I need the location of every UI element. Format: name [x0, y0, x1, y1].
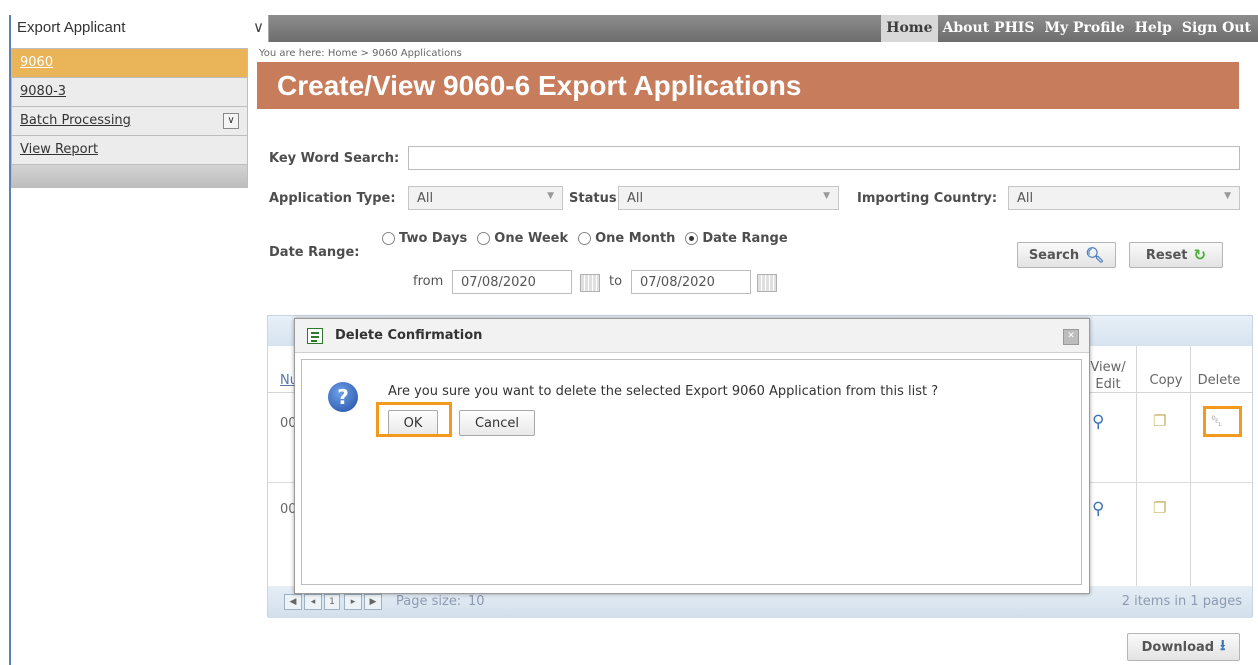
sidebar-item-batch-processing[interactable]: Batch Processing ∨ — [11, 107, 248, 136]
page-title: Create/View 9060-6 Export Applications — [277, 70, 802, 101]
chevron-down-icon: ▼ — [1224, 191, 1231, 201]
sidebar-item-label: 9080-3 — [20, 84, 67, 99]
from-date-input[interactable]: 07/08/2020 — [452, 270, 572, 294]
trash-icon[interactable]: ␡ — [1211, 412, 1223, 430]
radio-circle — [477, 232, 491, 245]
chevron-down-icon[interactable]: ∨ — [223, 113, 239, 129]
download-button-label: Download — [1141, 639, 1215, 655]
cancel-button[interactable]: Cancel — [459, 410, 535, 436]
prev-page-icon[interactable]: ◂ — [304, 594, 322, 610]
top-bar: Export Applicant ∨ Home About PHIS My Pr… — [11, 15, 1258, 42]
application-type-label: Application Type: — [269, 191, 396, 206]
download-icon: ⭳ — [1220, 635, 1226, 654]
page-number[interactable]: 1 — [324, 594, 340, 610]
dialog-message: Are you sure you want to delete the sele… — [388, 384, 939, 399]
first-page-icon[interactable]: ◀ — [284, 594, 302, 610]
nav-my-profile[interactable]: My Profile — [1039, 15, 1129, 42]
radio-label: One Week — [494, 231, 569, 246]
status-value: All — [627, 191, 644, 206]
sidebar-item-label: Batch Processing — [20, 113, 131, 128]
radio-circle-selected — [685, 232, 699, 245]
dialog-title-bar: Delete Confirmation ✕ — [295, 319, 1089, 353]
nav-sign-out[interactable]: Sign Out — [1177, 15, 1256, 42]
column-copy: Copy — [1149, 373, 1183, 388]
copy-icon[interactable]: ❐ — [1153, 412, 1166, 430]
keyword-label: Key Word Search: — [269, 151, 400, 166]
radio-label: One Month — [595, 231, 676, 246]
page-size-label: Page size: — [396, 594, 462, 609]
importing-country-label: Importing Country: — [857, 191, 998, 206]
chevron-down-icon: ▼ — [547, 191, 554, 201]
close-icon[interactable]: ✕ — [1063, 329, 1079, 345]
from-label: from — [413, 274, 444, 289]
column-view-edit: View/ Edit — [1090, 360, 1126, 392]
top-nav: Home About PHIS My Profile Help Sign Out — [881, 15, 1256, 42]
importing-country-select[interactable]: All ▼ — [1008, 186, 1240, 210]
importing-country-value: All — [1017, 191, 1034, 206]
last-page-icon[interactable]: ▶ — [364, 594, 382, 610]
dialog-body: ? Are you sure you want to delete the se… — [301, 359, 1082, 585]
page-header: Create/View 9060-6 Export Applications — [257, 62, 1239, 109]
dialog-title: Delete Confirmation — [335, 328, 483, 343]
reset-button-label: Reset — [1145, 247, 1188, 263]
column-divider — [1190, 346, 1191, 586]
status-label: Status: — [569, 191, 622, 206]
copy-icon[interactable]: ❐ — [1153, 499, 1166, 517]
radio-circle — [578, 232, 592, 245]
ok-button[interactable]: OK — [388, 410, 438, 436]
column-divider — [1136, 346, 1137, 586]
pager-summary: 2 items in 1 pages — [1121, 594, 1242, 609]
chevron-down-icon: ∨ — [253, 18, 264, 36]
nav-about-phis[interactable]: About PHIS — [938, 15, 1040, 42]
radio-circle — [382, 232, 395, 245]
nav-help[interactable]: Help — [1130, 15, 1177, 42]
magnifier-icon[interactable]: ⚲ — [1092, 412, 1104, 432]
status-select[interactable]: All ▼ — [618, 186, 839, 210]
chevron-down-icon: ▼ — [823, 191, 830, 201]
radio-label: Date Range — [702, 231, 788, 246]
next-page-icon[interactable]: ▸ — [344, 594, 362, 610]
column-delete: Delete — [1197, 373, 1241, 388]
sidebar: 9060 9080-3 Batch Processing ∨ View Repo… — [11, 48, 248, 188]
radio-date-range[interactable]: Date Range — [685, 231, 788, 246]
question-icon: ? — [328, 382, 358, 412]
application-type-value: All — [417, 191, 434, 206]
role-selector-value: Export Applicant — [17, 19, 126, 36]
date-range-radios: Two Days One Week One Month Date Range — [382, 231, 788, 246]
sidebar-item-label: 9060 — [20, 55, 54, 70]
radio-one-week[interactable]: One Week — [477, 231, 568, 246]
breadcrumb: You are here: Home > 9060 Applications — [259, 48, 462, 59]
search-button-label: Search — [1028, 247, 1080, 263]
delete-confirmation-dialog: Delete Confirmation ✕ ? Are you sure you… — [294, 318, 1090, 594]
search-button[interactable]: Search 🔍︎ — [1017, 242, 1116, 268]
radio-two-days[interactable]: Two Days — [382, 231, 467, 246]
refresh-icon: ↻ — [1193, 246, 1207, 264]
download-button[interactable]: Download ⭳ — [1127, 633, 1240, 661]
nav-home[interactable]: Home — [881, 15, 938, 42]
sidebar-item-9060[interactable]: 9060 — [11, 48, 248, 78]
sidebar-item-label: View Report — [20, 142, 99, 157]
radio-label: Two Days — [399, 231, 468, 246]
page-size-select[interactable]: 10 — [468, 594, 485, 609]
role-selector[interactable]: Export Applicant ∨ — [11, 15, 269, 42]
search-icon: 🔍︎ — [1085, 246, 1105, 264]
sidebar-item-view-report[interactable]: View Report — [11, 136, 248, 165]
radio-one-month[interactable]: One Month — [578, 231, 675, 246]
sidebar-footer — [11, 165, 248, 188]
date-range-label: Date Range: — [269, 245, 360, 260]
calendar-icon[interactable] — [580, 274, 600, 292]
sidebar-item-9080-3[interactable]: 9080-3 — [11, 78, 248, 107]
keyword-search-input[interactable] — [408, 146, 1240, 170]
reset-button[interactable]: Reset ↻ — [1129, 242, 1223, 268]
to-date-input[interactable]: 07/08/2020 — [631, 270, 751, 294]
magnifier-icon[interactable]: ⚲ — [1092, 499, 1104, 519]
dialog-window-icon — [307, 328, 323, 344]
application-type-select[interactable]: All ▼ — [408, 186, 563, 210]
to-label: to — [609, 274, 623, 289]
calendar-icon[interactable] — [757, 274, 777, 292]
